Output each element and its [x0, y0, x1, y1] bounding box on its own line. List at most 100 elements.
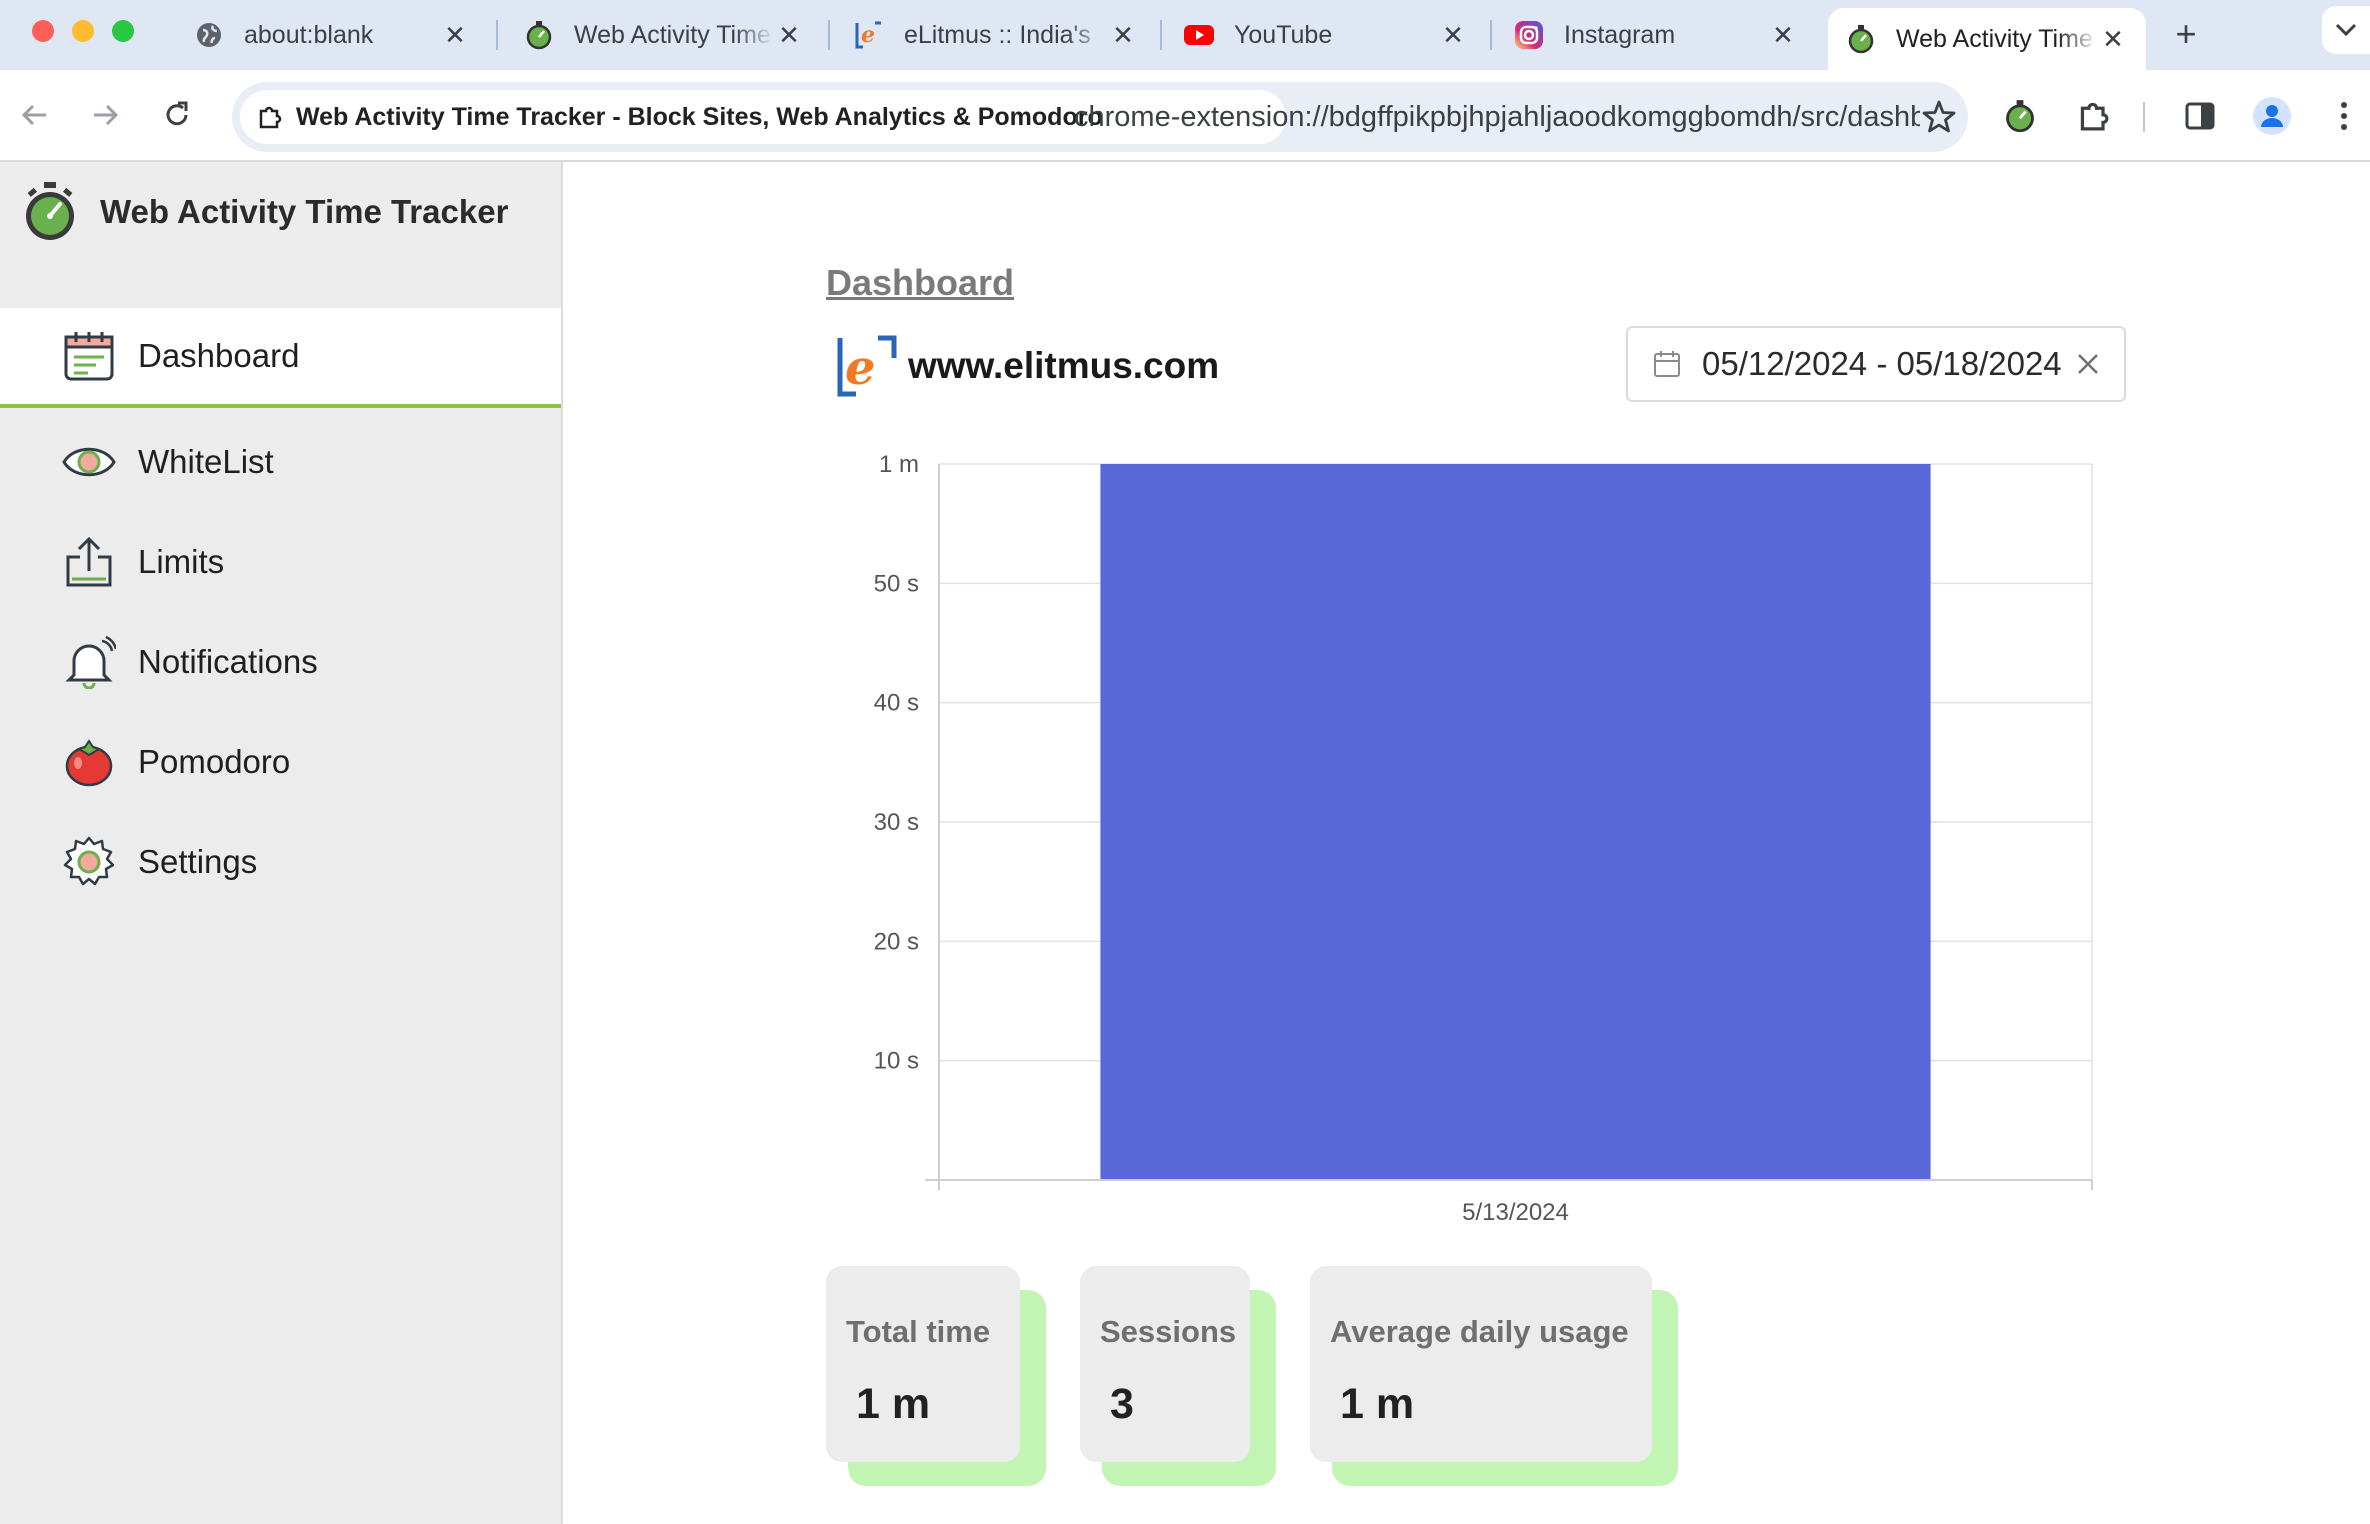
- tab-web-activity-active[interactable]: Web Activity Time Tracker ✕: [1828, 8, 2146, 70]
- tab-instagram[interactable]: Instagram ✕: [1496, 8, 1816, 62]
- sidebar-item-notifications[interactable]: Notifications: [0, 612, 561, 712]
- sidebar-item-limits[interactable]: Limits: [0, 512, 561, 612]
- page-title[interactable]: Dashboard: [826, 262, 1014, 304]
- browser-toolbar: Web Activity Time Tracker - Block Sites,…: [0, 70, 2370, 162]
- sidebar-item-label: Dashboard: [138, 337, 300, 374]
- avatar-icon: [2253, 97, 2291, 135]
- clear-icon[interactable]: [2074, 350, 2102, 378]
- gear-icon: [60, 833, 118, 891]
- stopwatch-icon: [2006, 100, 2034, 133]
- stat-label: Average daily usage: [1330, 1314, 1629, 1349]
- window-zoom-button[interactable]: [112, 20, 134, 42]
- stopwatch-icon: [524, 20, 554, 50]
- svg-text:e: e: [845, 340, 876, 396]
- tab-title: eLitmus :: India's: [904, 20, 1091, 49]
- sidebar-item-label: Notifications: [138, 643, 318, 680]
- chart-bar: [1100, 464, 1931, 1180]
- brand: Web Activity Time Tracker: [20, 180, 508, 244]
- stat-sessions: Sessions 3: [1080, 1266, 1276, 1486]
- tab-separator: [496, 20, 498, 50]
- star-icon[interactable]: [1920, 98, 1958, 136]
- stat-value: 3: [1110, 1380, 1134, 1428]
- stat-label: Sessions: [1100, 1314, 1237, 1349]
- puzzle-icon: [259, 106, 282, 129]
- close-icon[interactable]: ✕: [1438, 20, 1468, 50]
- window-close-button[interactable]: [32, 20, 54, 42]
- elitmus-icon: e: [854, 20, 884, 50]
- stat-value: 1 m: [856, 1380, 931, 1428]
- reload-button[interactable]: [154, 92, 200, 138]
- puzzle-icon: [2080, 102, 2109, 131]
- tab-title: Instagram: [1564, 20, 1676, 49]
- back-button[interactable]: [12, 92, 58, 138]
- y-tick-label: 50 s: [874, 570, 919, 597]
- tab-elitmus[interactable]: e eLitmus :: India's ✕: [836, 8, 1156, 62]
- stat-total-time: Total time 1 m: [826, 1266, 1046, 1486]
- url-text: chrome-extension://bdgffpikpbjhpjahljaoo…: [1074, 101, 1920, 133]
- tab-strip: about:blank ✕ Web Activity Time Tracker …: [0, 0, 2370, 70]
- bell-icon: [60, 633, 118, 691]
- sidebar-item-pomodoro[interactable]: Pomodoro: [0, 712, 561, 812]
- close-icon[interactable]: ✕: [440, 20, 470, 50]
- sidebar-item-dashboard[interactable]: Dashboard: [0, 308, 561, 408]
- stat-card: Average daily usage 1 m: [1310, 1266, 1652, 1462]
- tab-title: YouTube: [1234, 20, 1333, 49]
- instagram-icon: [1514, 20, 1544, 50]
- tab-title: Web Activity Time Tracker: [574, 20, 774, 49]
- extension-stopwatch-button[interactable]: [1998, 94, 2042, 138]
- sidebar-item-settings[interactable]: Settings: [0, 812, 561, 912]
- new-tab-button[interactable]: +: [2166, 14, 2206, 54]
- close-icon[interactable]: ✕: [1768, 20, 1798, 50]
- stat-card: Total time 1 m: [826, 1266, 1020, 1462]
- stat-label: Total time: [846, 1314, 991, 1349]
- tab-search-button[interactable]: [2322, 6, 2370, 54]
- tab-youtube[interactable]: YouTube ✕: [1166, 8, 1486, 62]
- side-panel-icon: [2185, 102, 2215, 130]
- youtube-icon: [1184, 20, 1214, 50]
- close-icon[interactable]: ✕: [1108, 20, 1138, 50]
- tab-title: Web Activity Time Tracker: [1896, 24, 2098, 53]
- x-tick-label: 5/13/2024: [1462, 1199, 1569, 1226]
- date-range-picker[interactable]: 05/12/2024 - 05/18/2024: [1626, 326, 2126, 402]
- calendar-icon: [60, 327, 118, 385]
- address-bar[interactable]: Web Activity Time Tracker - Block Sites,…: [232, 82, 1968, 152]
- sidebar-item-label: WhiteList: [138, 443, 274, 480]
- close-icon[interactable]: ✕: [2098, 24, 2128, 54]
- profile-button[interactable]: [2250, 94, 2294, 138]
- y-tick-label: 40 s: [874, 690, 919, 717]
- tab-separator: [828, 20, 830, 50]
- usage-bar-chart: 10 s 20 s 30 s 40 s 50 s 1 m 5/13/2024: [874, 451, 2093, 1226]
- side-panel-button[interactable]: [2178, 94, 2222, 138]
- tab-separator: [1160, 20, 1162, 50]
- extensions-button[interactable]: [2072, 94, 2116, 138]
- chevron-down-icon: [2335, 23, 2357, 37]
- arrow-right-icon: [94, 104, 119, 126]
- sidebar-item-whitelist[interactable]: WhiteList: [0, 412, 561, 512]
- tab-separator: [1490, 20, 1492, 50]
- elitmus-logo-icon: e: [837, 335, 897, 397]
- svg-text:e: e: [861, 22, 875, 48]
- kebab-menu-icon: [2341, 102, 2347, 130]
- tab-web-activity[interactable]: Web Activity Time Tracker ✕: [506, 8, 822, 62]
- reload-icon: [166, 101, 188, 126]
- sidebar: Web Activity Time Tracker Dashboard Whit…: [0, 162, 563, 1524]
- tab-title: about:blank: [244, 20, 374, 49]
- page-chip-title: Web Activity Time Tracker - Block Sites,…: [296, 102, 1103, 131]
- calendar-icon: [1654, 351, 1680, 377]
- y-tick-label: 20 s: [874, 928, 919, 955]
- sidebar-item-label: Pomodoro: [138, 743, 291, 780]
- browser-menu-button[interactable]: [2322, 94, 2366, 138]
- window-minimize-button[interactable]: [72, 20, 94, 42]
- tab-about-blank[interactable]: about:blank ✕: [176, 8, 488, 62]
- globe-icon: [194, 20, 224, 50]
- stopwatch-icon: [1846, 24, 1876, 54]
- arrow-left-icon: [21, 104, 46, 126]
- toolbar-separator: [2143, 102, 2145, 132]
- stat-value: 1 m: [1340, 1380, 1415, 1428]
- sidebar-item-label: Settings: [138, 843, 258, 880]
- sidebar-item-label: Limits: [138, 543, 225, 580]
- site-header: e www.elitmus.com: [836, 334, 1219, 398]
- y-tick-label: 10 s: [874, 1048, 919, 1075]
- forward-button[interactable]: [82, 92, 128, 138]
- close-icon[interactable]: ✕: [774, 20, 804, 50]
